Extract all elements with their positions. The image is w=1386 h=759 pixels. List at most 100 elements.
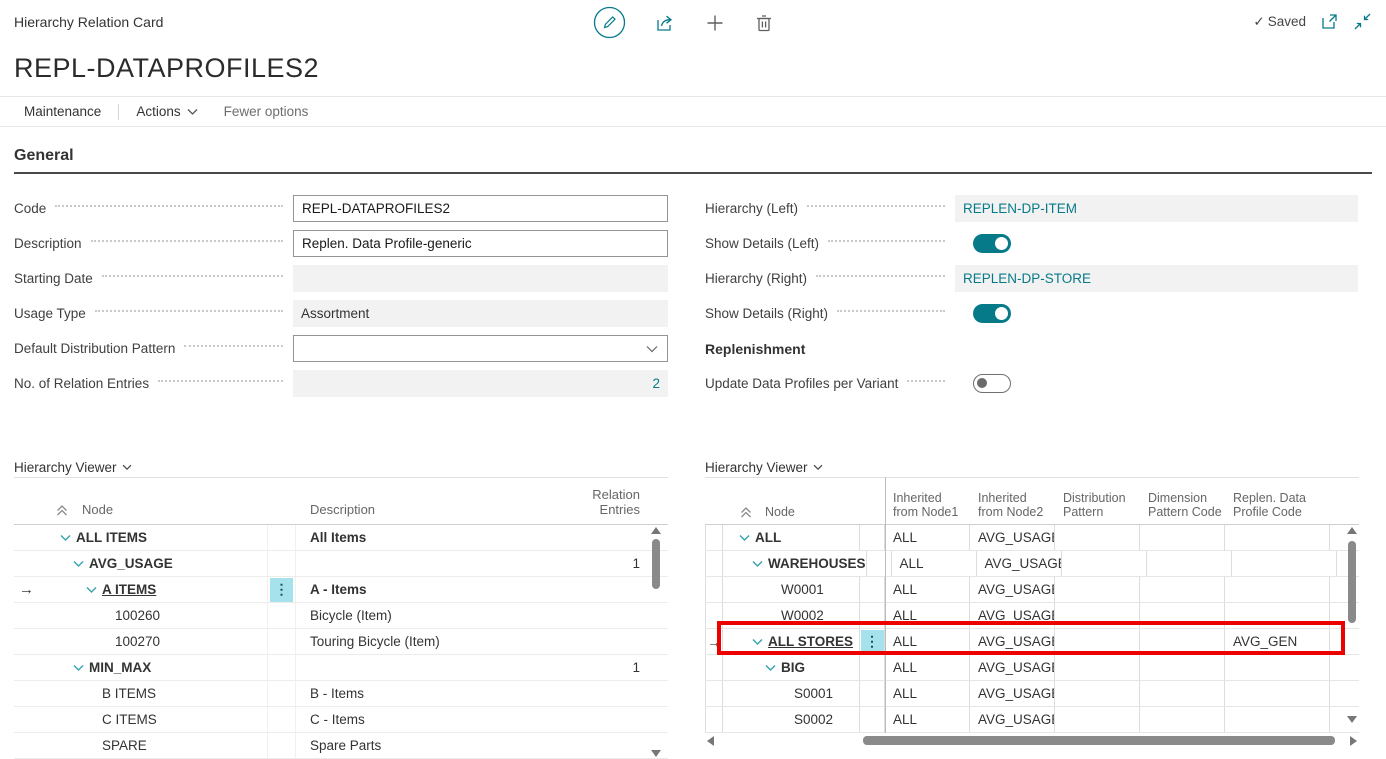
node-label[interactable]: C ITEMS — [102, 712, 157, 727]
node-cell[interactable]: MIN_MAX — [14, 655, 268, 680]
column-header-description[interactable]: Description — [296, 502, 554, 517]
scrollbar-thumb[interactable] — [863, 736, 1335, 745]
description-cell[interactable]: Bicycle (Item) — [296, 603, 554, 628]
description-cell[interactable]: Spare Parts — [296, 733, 554, 758]
node-label[interactable]: S0001 — [794, 686, 833, 701]
share-icon[interactable] — [654, 12, 676, 34]
replen-data-profile-code-cell[interactable] — [1225, 655, 1330, 680]
tree-chevron-icon[interactable] — [86, 586, 97, 594]
column-header-node[interactable]: Node — [765, 505, 795, 519]
scroll-right-icon[interactable] — [1350, 736, 1357, 746]
row-context-menu-button[interactable]: ⋮ — [270, 578, 293, 602]
inherited-node2-cell[interactable]: AVG_USAGE — [970, 681, 1055, 706]
node-cell[interactable]: ALL — [723, 525, 860, 550]
inherited-node2-cell[interactable]: AVG_USAGE — [977, 551, 1062, 576]
tree-chevron-icon[interactable] — [739, 534, 750, 542]
dimension-pattern-code-cell[interactable] — [1140, 681, 1225, 706]
table-row[interactable]: MIN_MAX1 — [14, 655, 668, 681]
replen-data-profile-code-cell[interactable]: AVG_GEN — [1225, 629, 1330, 654]
node-cell[interactable]: 100260 — [14, 603, 268, 628]
replen-data-profile-code-cell[interactable] — [1225, 707, 1330, 732]
column-header-node[interactable]: Node — [82, 502, 113, 517]
node-label[interactable]: MIN_MAX — [89, 660, 151, 675]
distribution-pattern-cell[interactable] — [1055, 577, 1140, 602]
distribution-pattern-cell[interactable] — [1055, 655, 1140, 680]
distribution-pattern-cell[interactable] — [1062, 551, 1147, 576]
inherited-node1-cell[interactable]: ALL — [885, 681, 970, 706]
left-vertical-scrollbar[interactable] — [651, 525, 661, 759]
node-cell[interactable]: BIG — [723, 655, 860, 680]
hierarchy-left-link[interactable]: REPLEN-DP-ITEM — [955, 195, 1358, 222]
dimension-pattern-code-cell[interactable] — [1140, 655, 1225, 680]
left-viewer-caption[interactable]: Hierarchy Viewer — [14, 457, 668, 477]
table-row[interactable]: S0001 ALLAVG_USAGE — [705, 681, 1359, 707]
tree-chevron-icon[interactable] — [60, 534, 71, 542]
row-context-menu-button[interactable]: ⋮ — [861, 630, 884, 654]
table-row[interactable]: 100260 Bicycle (Item) — [14, 603, 668, 629]
node-label[interactable]: SPARE — [102, 738, 147, 753]
collapse-arrows-icon[interactable] — [1353, 12, 1372, 31]
node-cell[interactable]: ALL ITEMS — [14, 525, 268, 550]
inherited-node2-cell[interactable]: AVG_USAGE — [970, 629, 1055, 654]
inherited-node1-cell[interactable]: ALL — [885, 655, 970, 680]
replen-data-profile-code-cell[interactable] — [1232, 551, 1337, 576]
inherited-node1-cell[interactable]: ALL — [885, 577, 970, 602]
inherited-node1-cell[interactable]: ALL — [885, 629, 970, 654]
show-details-right-toggle[interactable] — [973, 304, 1011, 323]
node-cell[interactable]: →A ITEMS — [14, 577, 268, 602]
column-header-relation-entries[interactable]: Relation Entries — [554, 487, 668, 517]
dimension-pattern-code-cell[interactable] — [1140, 577, 1225, 602]
collapse-all-icon[interactable] — [739, 506, 753, 519]
description-input[interactable] — [293, 230, 668, 257]
node-cell[interactable]: SPARE — [14, 733, 268, 758]
scroll-up-icon[interactable] — [651, 527, 661, 534]
collapse-all-icon[interactable] — [55, 504, 69, 517]
node-cell[interactable]: W0001 — [723, 577, 860, 602]
table-row[interactable]: BIG ALLAVG_USAGE — [705, 655, 1359, 681]
code-input[interactable] — [293, 195, 668, 222]
inherited-node2-cell[interactable]: AVG_USAGE — [970, 655, 1055, 680]
node-cell[interactable]: AVG_USAGE — [14, 551, 268, 576]
distribution-pattern-cell[interactable] — [1055, 707, 1140, 732]
distribution-pattern-cell[interactable] — [1055, 603, 1140, 628]
inherited-node2-cell[interactable]: AVG_USAGE — [970, 603, 1055, 628]
node-label[interactable]: ALL — [755, 530, 781, 545]
column-header-distribution-pattern[interactable]: Distribution Pattern — [1055, 491, 1140, 519]
scrollbar-thumb[interactable] — [652, 539, 660, 589]
node-cell[interactable]: S0002 — [723, 707, 860, 732]
right-horizontal-scrollbar[interactable] — [705, 735, 1359, 747]
dimension-pattern-code-cell[interactable] — [1140, 603, 1225, 628]
distribution-pattern-cell[interactable] — [1055, 681, 1140, 706]
inherited-node1-cell[interactable]: ALL — [892, 551, 977, 576]
node-cell[interactable]: B ITEMS — [14, 681, 268, 706]
scroll-down-icon[interactable] — [651, 750, 661, 757]
table-row[interactable]: C ITEMS C - Items — [14, 707, 668, 733]
dropdown-caret-icon[interactable] — [646, 345, 658, 353]
replen-data-profile-code-cell[interactable] — [1225, 525, 1330, 550]
node-cell[interactable]: 100270 — [14, 629, 268, 654]
right-vertical-scrollbar[interactable] — [1347, 525, 1357, 725]
column-header-inherited-node1[interactable]: Inherited from Node1 — [885, 491, 970, 519]
inherited-node2-cell[interactable]: AVG_USAGE — [970, 525, 1055, 550]
node-cell[interactable]: ALL STORES — [723, 629, 860, 654]
dimension-pattern-code-cell[interactable] — [1147, 551, 1232, 576]
menu-fewer-options[interactable]: Fewer options — [224, 104, 309, 119]
node-label[interactable]: 100270 — [115, 634, 160, 649]
description-cell[interactable]: C - Items — [296, 707, 554, 732]
right-viewer-caption[interactable]: Hierarchy Viewer — [705, 457, 1359, 477]
table-row[interactable]: AVG_USAGE1 — [14, 551, 668, 577]
tree-chevron-icon[interactable] — [752, 638, 763, 646]
table-row[interactable]: B ITEMSB - Items — [14, 681, 668, 707]
replen-data-profile-code-cell[interactable] — [1225, 577, 1330, 602]
column-header-dimension-pattern-code[interactable]: Dimension Pattern Code — [1140, 491, 1225, 519]
table-row[interactable]: ALL ITEMSAll Items — [14, 525, 668, 551]
table-row[interactable]: →A ITEMS⋮A - Items — [14, 577, 668, 603]
table-row[interactable]: S0002ALLAVG_USAGE — [705, 707, 1359, 733]
scroll-down-icon[interactable] — [1347, 716, 1357, 723]
node-label[interactable]: S0002 — [794, 712, 833, 727]
menu-actions[interactable]: Actions — [136, 104, 197, 119]
distribution-pattern-cell[interactable] — [1055, 629, 1140, 654]
description-cell[interactable]: A - Items — [296, 577, 554, 602]
relation-entries-value[interactable]: 2 — [293, 370, 668, 397]
table-row[interactable]: →ALL STORES⋮ALLAVG_USAGEAVG_GEN — [705, 629, 1359, 655]
